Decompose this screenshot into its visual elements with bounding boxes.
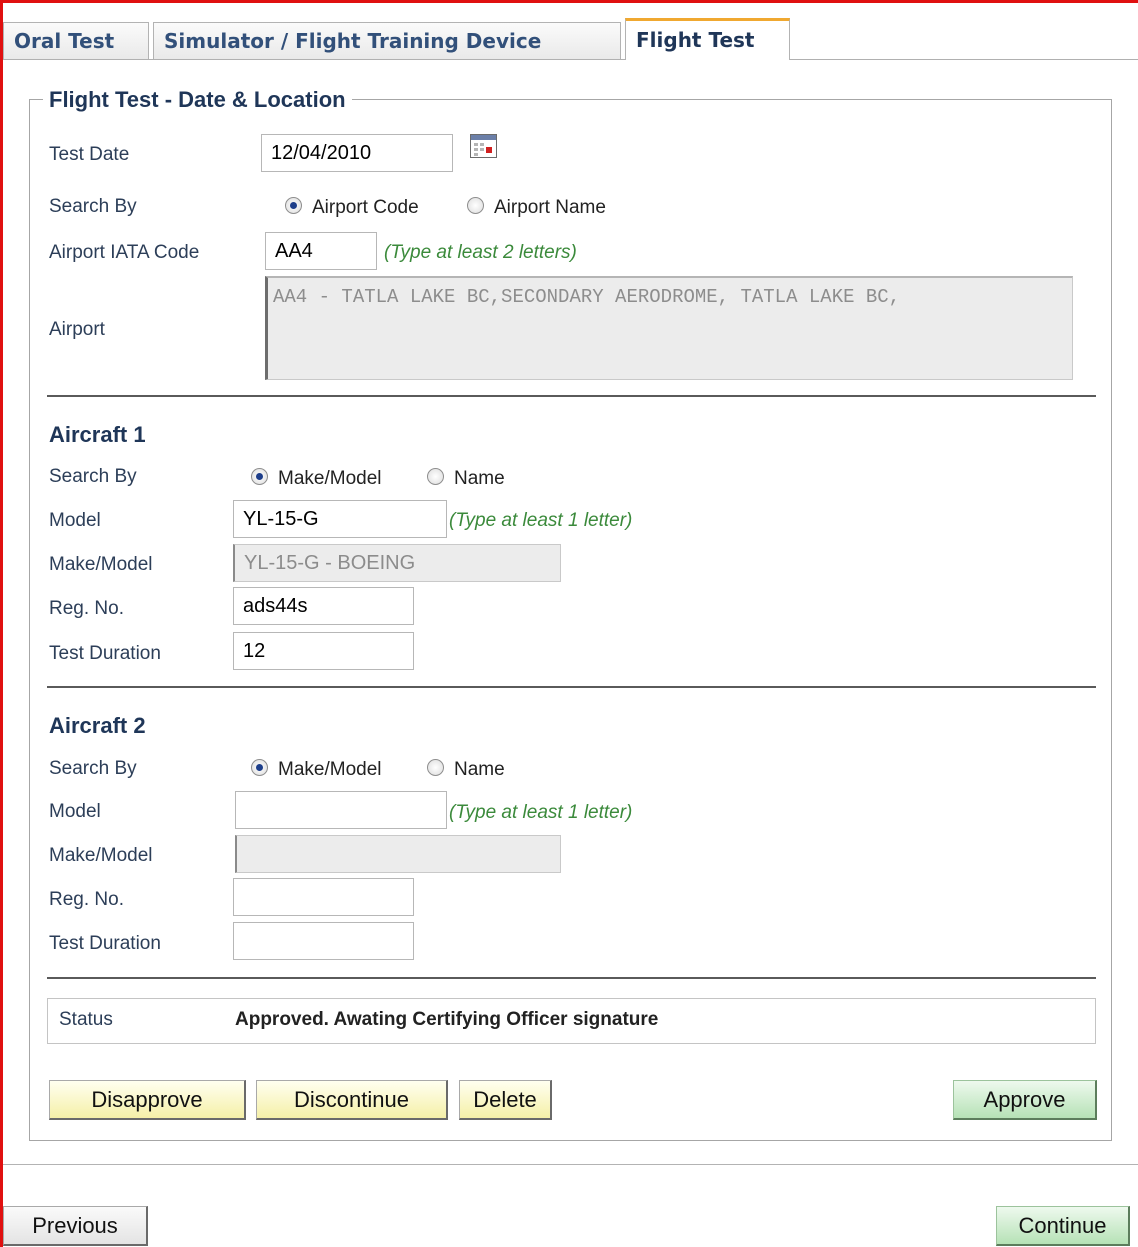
approve-button[interactable]: Approve	[953, 1080, 1097, 1120]
aircraft2-reg-input[interactable]	[233, 878, 414, 916]
airport-label: Airport	[49, 319, 105, 340]
panel-legend: Flight Test - Date & Location	[43, 85, 352, 115]
aircraft1-make-model-radio[interactable]	[251, 468, 268, 485]
tab-oral-test[interactable]: Oral Test	[3, 22, 149, 59]
aircraft2-duration-input[interactable]	[233, 922, 414, 960]
airport-code-radio-label[interactable]: Airport Code	[312, 196, 419, 220]
aircraft2-make-model-field	[235, 835, 561, 873]
discontinue-button[interactable]: Discontinue	[256, 1080, 448, 1120]
section-divider	[47, 686, 1096, 688]
aircraft2-name-radio-label[interactable]: Name	[454, 758, 505, 782]
status-label: Status	[59, 1009, 113, 1030]
aircraft2-make-model-radio[interactable]	[251, 759, 268, 776]
aircraft1-make-model-field: YL-15-G - BOEING	[233, 544, 561, 582]
aircraft1-reg-input[interactable]: ads44s	[233, 587, 414, 625]
aircraft2-make-model-radio-label[interactable]: Make/Model	[278, 758, 382, 782]
airport-textarea[interactable]: AA4 - TATLA LAKE BC,SECONDARY AERODROME,…	[265, 276, 1073, 380]
aircraft1-name-radio-label[interactable]: Name	[454, 467, 505, 491]
aircraft2-model-label: Model	[49, 801, 101, 822]
aircraft1-model-hint: (Type at least 1 letter)	[449, 510, 633, 531]
aircraft1-title: Aircraft 1	[49, 422, 146, 447]
calendar-icon[interactable]	[470, 134, 497, 158]
section-divider	[47, 395, 1096, 397]
aircraft1-reg-label: Reg. No.	[49, 598, 124, 619]
tab-simulator[interactable]: Simulator / Flight Training Device	[153, 22, 621, 59]
tab-flight-test[interactable]: Flight Test	[625, 18, 790, 60]
airport-search-by-label: Search By	[49, 196, 137, 217]
aircraft1-duration-label: Test Duration	[49, 643, 161, 664]
aircraft1-model-input[interactable]: YL-15-G	[233, 500, 447, 538]
aircraft2-make-model-label: Make/Model	[49, 845, 153, 866]
test-date-input[interactable]: 12/04/2010	[261, 134, 453, 172]
tab-bar: Oral Test Simulator / Flight Training De…	[3, 18, 1138, 60]
aircraft1-make-model-radio-label[interactable]: Make/Model	[278, 467, 382, 491]
status-value: Approved. Awating Certifying Officer sig…	[235, 1009, 659, 1030]
aircraft1-model-label: Model	[49, 510, 101, 531]
aircraft2-model-input[interactable]	[235, 791, 447, 829]
aircraft1-make-model-label: Make/Model	[49, 554, 153, 575]
aircraft1-search-by-label: Search By	[49, 466, 137, 487]
airport-code-radio[interactable]	[285, 197, 302, 214]
previous-button[interactable]: Previous	[3, 1206, 148, 1246]
window-frame-left	[0, 0, 3, 1247]
iata-code-input[interactable]: AA4	[265, 232, 377, 270]
aircraft1-name-radio[interactable]	[427, 468, 444, 485]
iata-code-hint: (Type at least 2 letters)	[384, 242, 577, 263]
disapprove-button[interactable]: Disapprove	[49, 1080, 246, 1120]
aircraft2-title: Aircraft 2	[49, 713, 146, 738]
aircraft2-name-radio[interactable]	[427, 759, 444, 776]
aircraft2-model-hint: (Type at least 1 letter)	[449, 802, 633, 823]
aircraft1-duration-input[interactable]: 12	[233, 632, 414, 670]
delete-button[interactable]: Delete	[459, 1080, 552, 1120]
airport-name-radio[interactable]	[467, 197, 484, 214]
aircraft2-reg-label: Reg. No.	[49, 889, 124, 910]
test-date-label: Test Date	[49, 144, 130, 165]
iata-code-label: Airport IATA Code	[49, 242, 200, 263]
continue-button[interactable]: Continue	[996, 1206, 1130, 1246]
footer-divider	[3, 1164, 1138, 1165]
window-frame-top	[0, 0, 1138, 3]
airport-name-radio-label[interactable]: Airport Name	[494, 196, 606, 220]
section-divider	[47, 977, 1096, 979]
aircraft2-duration-label: Test Duration	[49, 933, 161, 954]
aircraft2-search-by-label: Search By	[49, 758, 137, 779]
